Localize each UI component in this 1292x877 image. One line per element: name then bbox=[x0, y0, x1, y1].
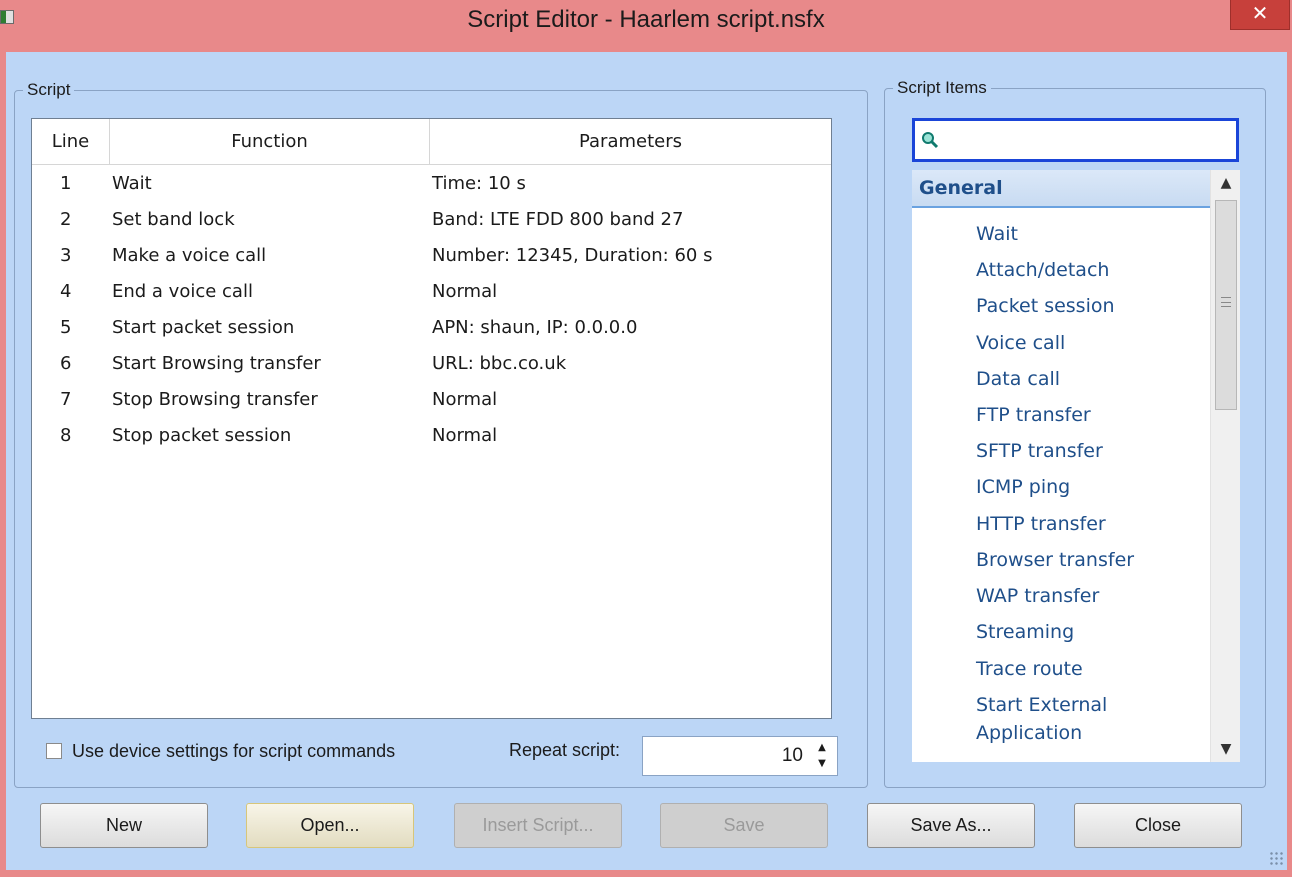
use-device-settings-option[interactable]: Use device settings for script commands bbox=[46, 740, 395, 762]
table-row[interactable]: 5 Start packet session APN: shaun, IP: 0… bbox=[32, 310, 831, 346]
list-item[interactable]: Voice call bbox=[976, 329, 1206, 357]
list-item[interactable]: WAP transfer bbox=[976, 582, 1206, 610]
script-items-scrollbar[interactable]: ▲ ▼ bbox=[1210, 170, 1240, 762]
grip-icon bbox=[1221, 297, 1231, 307]
search-icon bbox=[922, 132, 939, 149]
window-close-button[interactable]: ✕ bbox=[1230, 0, 1290, 30]
row-function: Wait bbox=[112, 173, 152, 194]
table-row[interactable]: 4 End a voice call Normal bbox=[32, 274, 831, 310]
script-items-list[interactable]: General Wait Attach/detach Packet sessio… bbox=[912, 170, 1240, 762]
spin-up-icon[interactable]: ▲ bbox=[815, 741, 829, 755]
insert-script-button[interactable]: Insert Script... bbox=[454, 803, 622, 848]
row-line: 1 bbox=[60, 173, 72, 194]
list-item[interactable]: Trace route bbox=[976, 655, 1206, 683]
list-item[interactable]: Packet session bbox=[976, 292, 1206, 320]
column-header-line[interactable]: Line bbox=[32, 119, 110, 165]
script-list-header: Line Function Parameters bbox=[32, 119, 831, 165]
list-item[interactable]: Start External Application bbox=[976, 691, 1206, 747]
script-group-label: Script bbox=[23, 80, 75, 100]
row-function: Set band lock bbox=[112, 209, 235, 230]
column-header-function[interactable]: Function bbox=[110, 119, 430, 165]
script-list[interactable]: Line Function Parameters 1 Wait Time: 10… bbox=[31, 118, 832, 719]
scroll-down-icon[interactable]: ▼ bbox=[1211, 736, 1241, 762]
row-function: Stop packet session bbox=[112, 425, 292, 446]
list-item[interactable]: ICMP ping bbox=[976, 473, 1206, 501]
row-parameters: Time: 10 s bbox=[432, 173, 526, 194]
list-item[interactable]: SFTP transfer bbox=[976, 437, 1206, 465]
use-device-settings-checkbox[interactable] bbox=[46, 743, 62, 759]
use-device-settings-label: Use device settings for script commands bbox=[72, 740, 396, 761]
repeat-script-stepper[interactable]: 10 ▲ ▼ bbox=[642, 736, 838, 776]
title-bar: Script Editor - Haarlem script.nsfx ✕ bbox=[0, 0, 1292, 52]
row-function: Make a voice call bbox=[112, 245, 267, 266]
row-line: 4 bbox=[60, 281, 72, 302]
save-button[interactable]: Save bbox=[660, 803, 828, 848]
table-row[interactable]: 3 Make a voice call Number: 12345, Durat… bbox=[32, 238, 831, 274]
row-line: 7 bbox=[60, 389, 72, 410]
row-line: 5 bbox=[60, 317, 72, 338]
row-parameters: Band: LTE FDD 800 band 27 bbox=[432, 209, 684, 230]
table-row[interactable]: 2 Set band lock Band: LTE FDD 800 band 2… bbox=[32, 202, 831, 238]
row-function: Start Browsing transfer bbox=[112, 353, 321, 374]
repeat-script-label: Repeat script: bbox=[509, 740, 621, 760]
table-row[interactable]: 6 Start Browsing transfer URL: bbc.co.uk bbox=[32, 346, 831, 382]
row-function: End a voice call bbox=[112, 281, 253, 302]
close-button[interactable]: Close bbox=[1074, 803, 1242, 848]
resize-grip-icon[interactable] bbox=[1269, 851, 1285, 867]
list-item[interactable]: Streaming bbox=[976, 618, 1206, 646]
client-area: Script Line Function Parameters 1 Wait T… bbox=[6, 52, 1287, 870]
open-button[interactable]: Open... bbox=[246, 803, 414, 848]
row-parameters: Normal bbox=[432, 281, 498, 302]
column-header-parameters[interactable]: Parameters bbox=[430, 119, 831, 165]
window-title: Script Editor - Haarlem script.nsfx bbox=[467, 6, 825, 33]
row-line: 6 bbox=[60, 353, 72, 374]
spin-down-icon[interactable]: ▼ bbox=[815, 757, 829, 771]
list-item[interactable]: Browser transfer bbox=[976, 546, 1206, 574]
table-row[interactable]: 1 Wait Time: 10 s bbox=[32, 166, 831, 202]
list-item[interactable]: HTTP transfer bbox=[976, 510, 1206, 538]
row-parameters: URL: bbc.co.uk bbox=[432, 353, 567, 374]
script-items-search-input[interactable] bbox=[912, 118, 1239, 162]
category-header-general[interactable]: General bbox=[912, 170, 1210, 208]
scroll-thumb[interactable] bbox=[1215, 200, 1237, 410]
repeat-script-value[interactable]: 10 bbox=[782, 745, 803, 767]
row-line: 8 bbox=[60, 425, 72, 446]
list-item[interactable]: Attach/detach bbox=[976, 256, 1206, 284]
script-items-group-label: Script Items bbox=[893, 78, 991, 98]
new-button[interactable]: New bbox=[40, 803, 208, 848]
table-row[interactable]: 8 Stop packet session Normal bbox=[32, 418, 831, 454]
row-function: Start packet session bbox=[112, 317, 295, 338]
row-line: 2 bbox=[60, 209, 72, 230]
row-parameters: Number: 12345, Duration: 60 s bbox=[432, 245, 713, 266]
table-row[interactable]: 7 Stop Browsing transfer Normal bbox=[32, 382, 831, 418]
list-item[interactable]: Wait bbox=[976, 220, 1206, 248]
row-parameters: APN: shaun, IP: 0.0.0.0 bbox=[432, 317, 638, 338]
save-as-button[interactable]: Save As... bbox=[867, 803, 1035, 848]
list-item[interactable]: FTP transfer bbox=[976, 401, 1206, 429]
row-function: Stop Browsing transfer bbox=[112, 389, 318, 410]
row-parameters: Normal bbox=[432, 389, 498, 410]
row-line: 3 bbox=[60, 245, 72, 266]
list-item[interactable]: Data call bbox=[976, 365, 1206, 393]
scroll-up-icon[interactable]: ▲ bbox=[1211, 170, 1241, 196]
row-parameters: Normal bbox=[432, 425, 498, 446]
